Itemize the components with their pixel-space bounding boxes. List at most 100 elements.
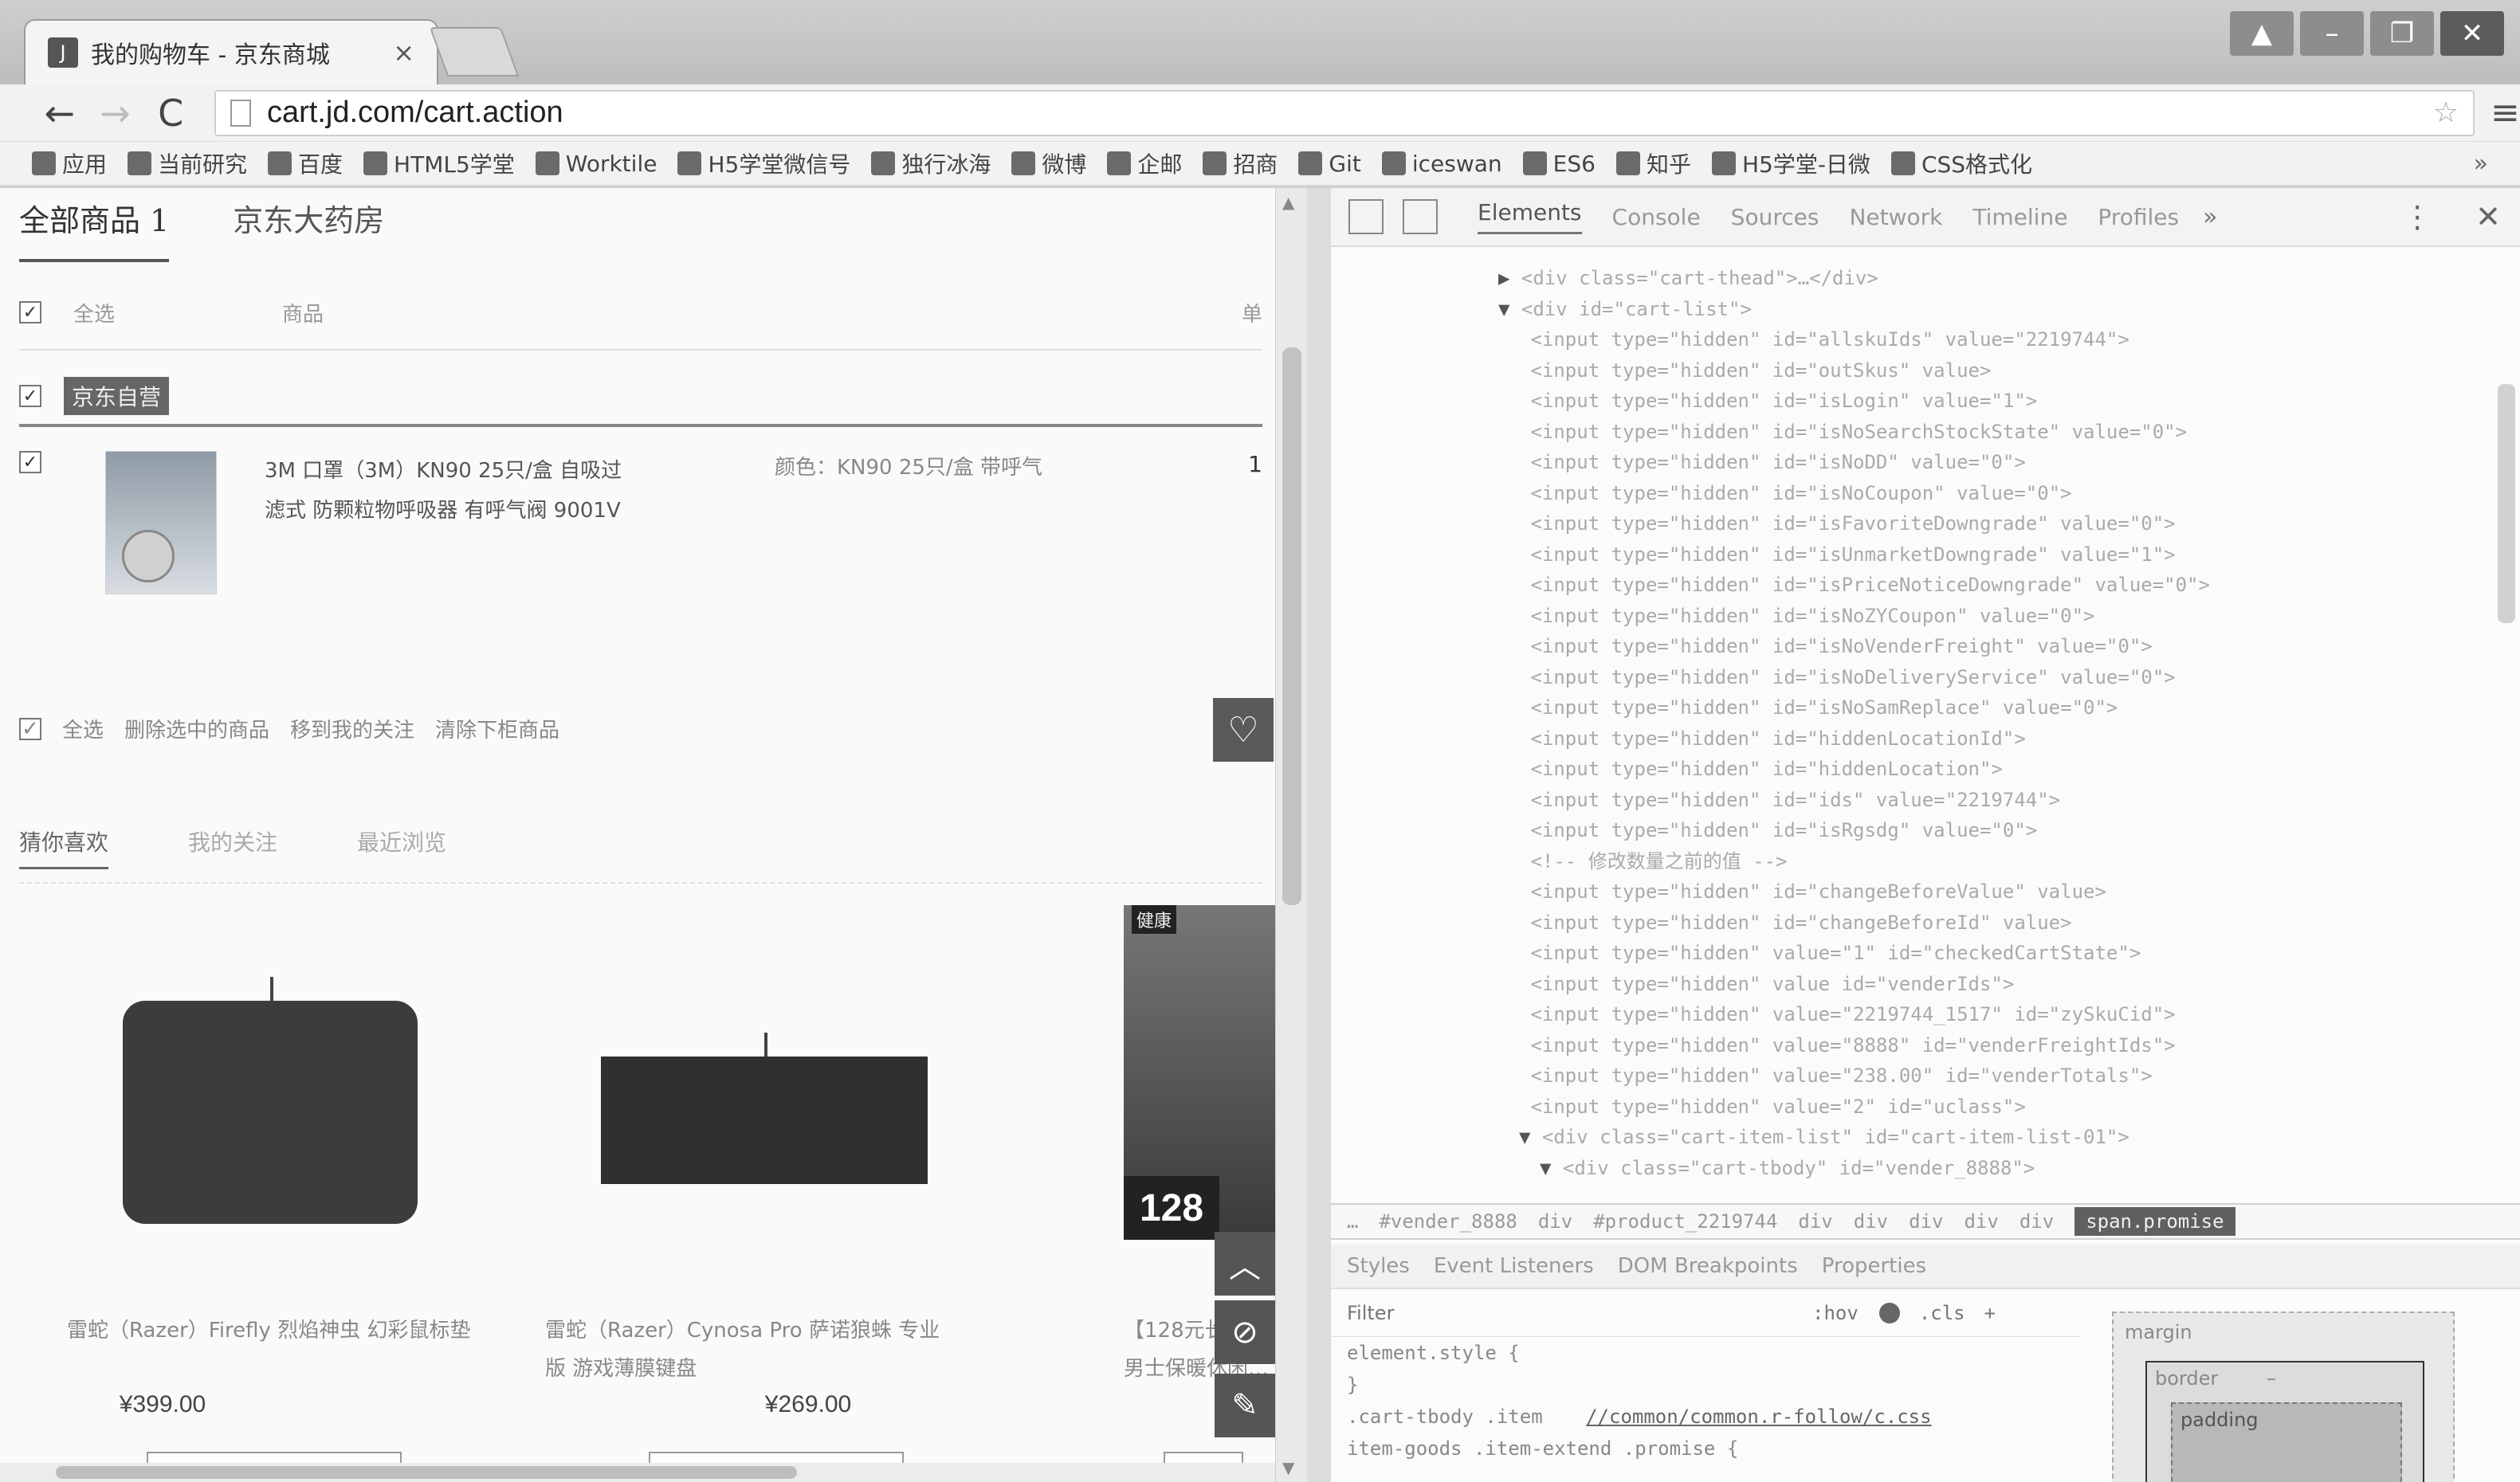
tab-network[interactable]: Network — [1849, 204, 1942, 230]
bookmark-item[interactable]: ES6 — [1522, 151, 1596, 177]
user-profile-icon[interactable]: ▲ — [2230, 11, 2294, 56]
dom-node-line[interactable]: <input type="hidden" id="changeBeforeVal… — [1519, 876, 2106, 907]
dom-node-line[interactable]: ▼ <div class="cart-tbody" id="vender_888… — [1540, 1153, 2035, 1180]
dom-node-line[interactable]: <input type="hidden" value="238.00" id="… — [1519, 1061, 2152, 1091]
product-image[interactable] — [105, 451, 217, 594]
item-name[interactable]: 3M 口罩（3M）KN90 25只/盒 自吸过 滤式 防颗粒物呼吸器 有呼气阀 … — [265, 451, 711, 658]
dom-node-line[interactable]: ▶ <div class="cart-thead">…</div> — [1498, 263, 1878, 293]
minimize-button[interactable]: – — [2300, 11, 2364, 56]
edit-icon[interactable]: ✎ — [1215, 1374, 1275, 1437]
bookmark-item[interactable]: H5学堂微信号 — [677, 147, 850, 179]
devtools-close-icon[interactable]: ✕ — [2475, 199, 2501, 234]
expanded-triangle-icon[interactable]: ▼ — [1519, 1126, 1530, 1148]
dom-node-line[interactable]: <input type="hidden" id="isNoVenderFreig… — [1519, 631, 2152, 661]
tab-sources[interactable]: Sources — [1731, 204, 1819, 230]
bookmark-item[interactable]: 独行冰海 — [871, 147, 991, 179]
dom-node-line[interactable]: <input type="hidden" id="isNoCoupon" val… — [1519, 478, 2071, 508]
tab-elements[interactable]: Elements — [1478, 199, 1582, 234]
product-card[interactable]: 雷蛇（Razer）Cynosa Pro 萨诺狼蛛 专业版 游戏薄膜键盘 ¥269… — [497, 897, 975, 1482]
product-card[interactable]: 雷蛇（Razer）Firefly 烈焰神虫 幻彩鼠标垫 ¥399.00 加入购物… — [19, 897, 497, 1482]
product-name[interactable]: 雷蛇（Razer）Cynosa Pro 萨诺狼蛛 专业版 游戏薄膜键盘 — [545, 1311, 960, 1388]
tab-event-listeners[interactable]: Event Listeners — [1434, 1254, 1594, 1278]
new-rule-button[interactable]: + — [1984, 1302, 1996, 1324]
maximize-button[interactable]: ❐ — [2370, 11, 2434, 56]
breadcrumb-item[interactable]: div — [1964, 1210, 1998, 1233]
dom-node-line[interactable]: <input type="hidden" value="1" id="check… — [1519, 938, 2141, 968]
dom-node-line[interactable]: <input type="hidden" id="changeBeforeId"… — [1519, 908, 2071, 938]
dom-node-line[interactable]: <input type="hidden" id="isNoSamReplace"… — [1519, 692, 2118, 723]
bookmark-item[interactable]: Worktile — [535, 151, 657, 177]
tab-dom-breakpoints[interactable]: DOM Breakpoints — [1618, 1254, 1798, 1278]
dom-node-line[interactable]: <input type="hidden" id="allskuIds" valu… — [1519, 324, 2129, 355]
scroll-up-arrow-icon[interactable]: ▲ — [1282, 193, 1294, 212]
clear-offshelf-link[interactable]: 清除下柜商品 — [435, 714, 559, 743]
close-window-button[interactable]: ✕ — [2440, 11, 2504, 56]
bookmark-item[interactable]: H5学堂-日微 — [1711, 147, 1870, 179]
bookmark-item[interactable]: 微博 — [1011, 147, 1086, 179]
css-rule-line[interactable]: element.style { — [1331, 1337, 2080, 1369]
address-bar[interactable]: ☆ — [214, 89, 2475, 136]
bookmark-item[interactable]: iceswan — [1381, 151, 1502, 177]
more-tabs-icon[interactable]: » — [2203, 203, 2217, 231]
css-rule-selector[interactable]: .cart-tbody .item //common/common.r-foll… — [1331, 1401, 2080, 1433]
dom-node-line[interactable]: <input type="hidden" id="outSkus" value> — [1519, 355, 1991, 386]
dom-node-line[interactable]: <input type="hidden" id="isNoZYCoupon" v… — [1519, 601, 2094, 631]
devtools-splitter[interactable] — [1307, 188, 1331, 1482]
item-checkbox[interactable]: ✓ — [19, 451, 41, 473]
forward-arrow-icon[interactable]: → — [88, 92, 143, 135]
mousepad-image[interactable] — [123, 977, 418, 1224]
styles-filter-input[interactable] — [1347, 1301, 1793, 1324]
dom-node-line[interactable]: <input type="hidden" value="2219744_1517… — [1519, 999, 2175, 1029]
tab-my-follows[interactable]: 我的关注 — [188, 825, 277, 869]
tab-all-products[interactable]: 全部商品 1 — [19, 196, 170, 262]
bookmark-item[interactable]: HTML5学堂 — [363, 147, 515, 179]
page-scroll-thumb[interactable] — [1282, 347, 1301, 905]
breadcrumb-item[interactable]: #product_2219744 — [1593, 1210, 1777, 1233]
dom-node-line[interactable]: ▼ <div id="cart-list"> — [1498, 294, 1752, 324]
delete-selected-link[interactable]: 删除选中的商品 — [124, 714, 269, 743]
dom-node-line[interactable]: <input type="hidden" id="hiddenLocationI… — [1519, 723, 2025, 754]
breadcrumb-item[interactable]: div — [2020, 1210, 2054, 1233]
breadcrumb-item[interactable]: span.promise — [2074, 1207, 2235, 1236]
class-toggle[interactable]: .cls — [1919, 1302, 1965, 1324]
dom-node-line[interactable]: <input type="hidden" id="isNoSearchStock… — [1519, 417, 2187, 447]
dom-node-line[interactable]: <input type="hidden" id="isLogin" value=… — [1519, 386, 2037, 416]
inspect-element-icon[interactable] — [1348, 199, 1384, 234]
tab-close-icon[interactable]: × — [393, 37, 414, 68]
color-swatch-icon[interactable] — [1878, 1302, 1900, 1323]
breadcrumb-item[interactable]: div — [1798, 1210, 1832, 1233]
dom-node-line[interactable]: <input type="hidden" id="isNoDD" value="… — [1519, 447, 2025, 477]
dom-node-line[interactable]: <input type="hidden" id="isFavoriteDowng… — [1519, 508, 2175, 539]
tab-console[interactable]: Console — [1612, 204, 1701, 230]
bookmarks-more-icon[interactable]: » — [2474, 150, 2488, 178]
bookmark-item[interactable]: 当前研究 — [128, 147, 247, 179]
dom-node-line[interactable]: <input type="hidden" id="ids" value="221… — [1519, 785, 2060, 815]
hover-state-toggle[interactable]: :hov — [1812, 1302, 1859, 1324]
shop-checkbox[interactable]: ✓ — [19, 385, 41, 407]
tab-properties[interactable]: Properties — [1822, 1254, 1926, 1278]
tab-pharmacy[interactable]: 京东大药房 — [233, 196, 384, 262]
back-arrow-icon[interactable]: ← — [32, 92, 88, 135]
browser-tab-active[interactable]: J 我的购物车 - 京东商城 × — [24, 19, 438, 84]
tab-profiles[interactable]: Profiles — [2098, 204, 2179, 230]
tab-recent-views[interactable]: 最近浏览 — [357, 825, 446, 869]
device-mode-icon[interactable] — [1403, 199, 1438, 234]
bottom-select-all-checkbox[interactable]: ✓ — [19, 717, 41, 741]
reload-icon[interactable]: C — [143, 92, 198, 135]
breadcrumb-item[interactable]: #vender_8888 — [1379, 1210, 1517, 1233]
dom-node-line[interactable]: <input type="hidden" id="hiddenLocation"… — [1519, 754, 2002, 784]
url-input[interactable] — [266, 96, 2433, 130]
dom-node-line[interactable]: <input type="hidden" id="isPriceNoticeDo… — [1519, 570, 2210, 600]
dom-node-line[interactable]: <!-- 修改数量之前的值 --> — [1519, 846, 1787, 876]
bookmark-star-icon[interactable]: ☆ — [2433, 96, 2459, 129]
bookmark-item[interactable]: CSS格式化 — [1890, 147, 2032, 179]
keyboard-image[interactable] — [601, 1033, 928, 1184]
back-to-top-icon[interactable]: ︿ — [1215, 1232, 1275, 1296]
bookmark-item[interactable]: Git — [1298, 151, 1361, 177]
collapsed-triangle-icon[interactable]: ▶ — [1498, 267, 1509, 289]
bookmark-item[interactable]: 应用 — [32, 147, 107, 179]
bookmark-item[interactable]: 知乎 — [1615, 147, 1691, 179]
dom-node-line[interactable]: <input type="hidden" id="isNoDeliverySer… — [1519, 662, 2175, 692]
expanded-triangle-icon[interactable]: ▼ — [1498, 298, 1509, 320]
breadcrumb-item[interactable]: div — [1538, 1210, 1572, 1233]
